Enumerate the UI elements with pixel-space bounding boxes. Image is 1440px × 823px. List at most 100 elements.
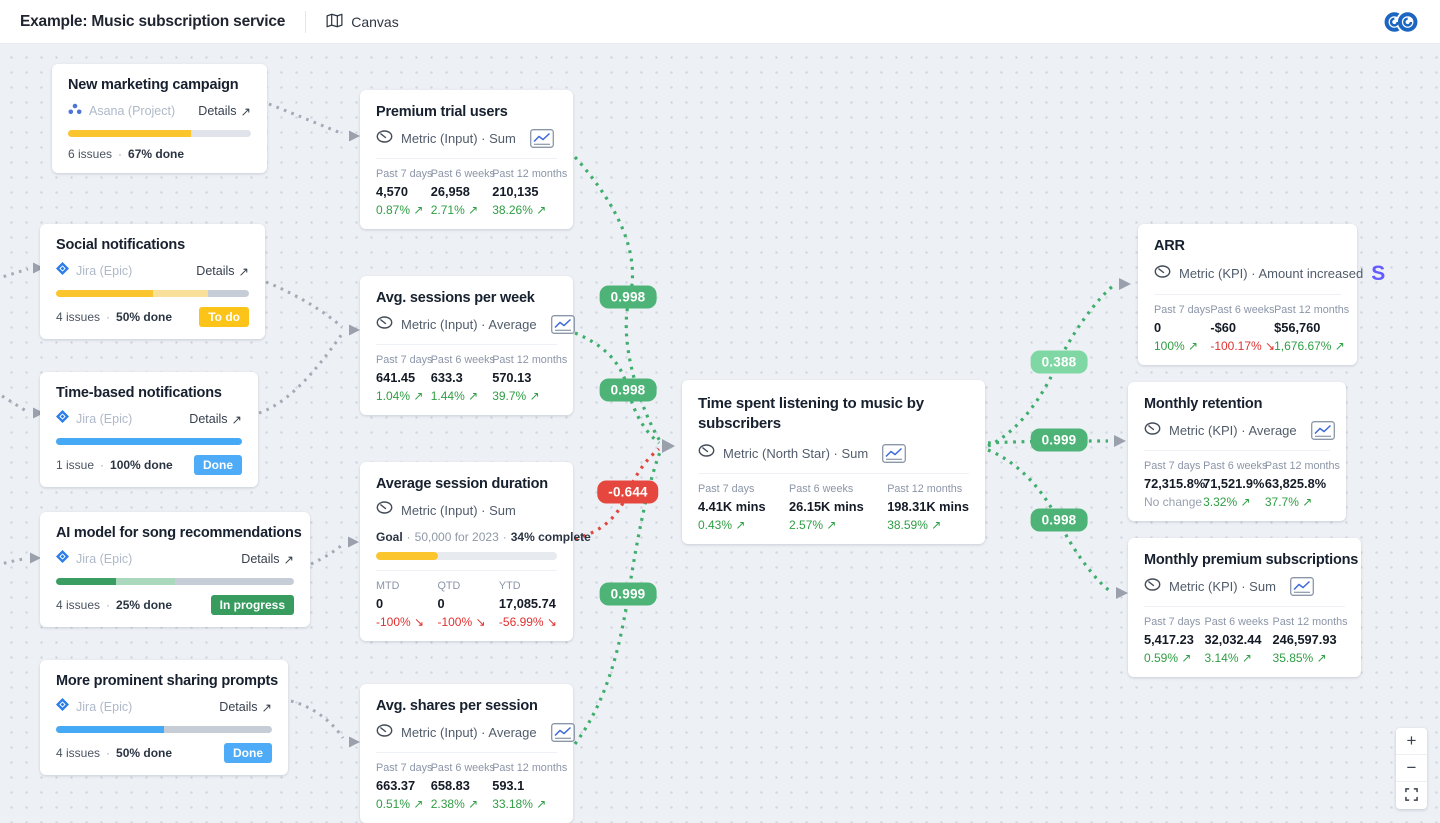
stat-period-label: Past 7 days	[376, 168, 425, 180]
metric-card-premium-trial-users[interactable]: Premium trial users Metric (Input) · Sum…	[360, 90, 573, 229]
progress-segment	[208, 290, 249, 297]
card-title: Premium trial users	[376, 104, 557, 120]
project-card-time-based-notifications[interactable]: Time-based notifications Jira (Epic) Det…	[40, 372, 258, 487]
stat-value: 26,958	[431, 184, 486, 199]
zoom-in-button[interactable]: +	[1396, 728, 1427, 755]
stat-period-label: Past 7 days	[1154, 304, 1204, 316]
metric-card-arr[interactable]: ARR Metric (KPI) · Amount increased S Pa…	[1138, 224, 1357, 365]
project-card-social-notifications[interactable]: Social notifications Jira (Epic) Details…	[40, 224, 265, 339]
stat-period-label: QTD	[437, 580, 485, 592]
stat-delta: 2.71% ↗	[431, 203, 486, 217]
stat-delta: 38.26% ↗	[492, 203, 557, 217]
stat-delta: 35.85% ↗	[1273, 651, 1345, 665]
stat-delta: 39.7% ↗	[492, 389, 557, 403]
gauge-icon	[1154, 265, 1171, 283]
jira-icon	[56, 262, 69, 280]
correlation-badge[interactable]: 0.998	[1031, 509, 1088, 532]
stat-delta: 2.57% ↗	[789, 518, 864, 532]
chart-icon[interactable]	[551, 315, 575, 334]
details-link[interactable]: Details↗	[189, 412, 242, 427]
card-title: Avg. shares per session	[376, 698, 557, 714]
correlation-badge[interactable]: 0.388	[1031, 351, 1088, 374]
stat-column: Past 12 months63,825.8%37.7% ↗	[1265, 460, 1330, 509]
stat-delta: 37.7% ↗	[1265, 495, 1330, 509]
card-title: New marketing campaign	[68, 77, 251, 93]
issue-count: 4 issues	[56, 310, 100, 324]
progress-bar	[56, 290, 249, 297]
stat-value: 4.41K mins	[698, 499, 766, 514]
progress-segment	[175, 578, 294, 585]
source-label: Jira (Epic)	[76, 700, 132, 714]
stat-delta: -56.99% ↘	[499, 615, 557, 629]
doubleloop-logo[interactable]	[1382, 10, 1420, 34]
metric-card-monthly-premium-subscriptions[interactable]: Monthly premium subscriptions Metric (KP…	[1128, 538, 1361, 677]
stat-delta: 100% ↗	[1154, 339, 1204, 353]
chart-icon[interactable]	[1311, 421, 1335, 440]
stat-period-label: Past 6 weeks	[1203, 460, 1259, 472]
zoom-controls: + −	[1396, 728, 1427, 809]
progress-segment	[56, 290, 153, 297]
project-card-ai-model[interactable]: AI model for song recommendations Jira (…	[40, 512, 310, 627]
external-link-icon: ↗	[239, 264, 249, 279]
issue-count: 1 issue	[56, 458, 94, 472]
goal-complete: 34% complete	[511, 530, 591, 544]
external-link-icon: ↗	[262, 700, 272, 715]
correlation-badge[interactable]: -0.644	[597, 481, 658, 504]
source-label: Jira (Epic)	[76, 412, 132, 426]
stat-column: Past 6 weeks633.31.44% ↗	[431, 354, 486, 403]
stat-column: Past 7 days72,315.8%No change	[1144, 460, 1197, 509]
correlation-badge[interactable]: 0.998	[600, 379, 657, 402]
stat-period-label: Past 7 days	[698, 483, 766, 495]
stat-delta: 2.38% ↗	[431, 797, 486, 811]
chart-icon[interactable]	[530, 129, 554, 148]
tab-canvas-label: Canvas	[351, 14, 398, 30]
stat-column: Past 6 weeks658.832.38% ↗	[431, 762, 486, 811]
details-link[interactable]: Details↗	[219, 700, 272, 715]
stat-value: 63,825.8%	[1265, 476, 1330, 491]
fit-view-button[interactable]	[1396, 782, 1427, 809]
progress-bar	[56, 726, 272, 733]
goal-block: Goal·50,000 for 2023·34% complete	[376, 530, 557, 560]
metric-card-north-star[interactable]: Time spent listening to music by subscri…	[682, 380, 985, 544]
project-card-sharing-prompts[interactable]: More prominent sharing prompts Jira (Epi…	[40, 660, 288, 775]
stripe-icon: S	[1371, 263, 1385, 284]
details-link[interactable]: Details↗	[196, 264, 249, 279]
stat-period-label: Past 7 days	[1144, 616, 1199, 628]
status-badge: Done	[194, 455, 242, 475]
metric-card-avg-shares-per-session[interactable]: Avg. shares per session Metric (Input) ·…	[360, 684, 573, 823]
stat-column: MTD0-100% ↘	[376, 580, 424, 629]
correlation-badge[interactable]: 0.998	[600, 286, 657, 309]
status-badge: To do	[199, 307, 249, 327]
stat-delta: 0.87% ↗	[376, 203, 425, 217]
chart-icon[interactable]	[1290, 577, 1314, 596]
source-label: Jira (Epic)	[76, 552, 132, 566]
metric-card-average-session-duration[interactable]: Average session duration Metric (Input) …	[360, 462, 573, 641]
issue-count: 4 issues	[56, 598, 100, 612]
stat-delta: 3.14% ↗	[1205, 651, 1267, 665]
details-link[interactable]: Details↗	[241, 552, 294, 567]
stat-delta: 0.51% ↗	[376, 797, 425, 811]
correlation-badge[interactable]: 0.999	[1031, 429, 1088, 452]
stat-value: -$60	[1210, 320, 1268, 335]
goal-progress-bar	[376, 552, 557, 560]
zoom-out-button[interactable]: −	[1396, 755, 1427, 782]
stat-delta: 1,676.67% ↗	[1274, 339, 1341, 353]
stat-column: Past 12 months$56,7601,676.67% ↗	[1274, 304, 1341, 353]
metric-card-avg-sessions-per-week[interactable]: Avg. sessions per week Metric (Input) · …	[360, 276, 573, 415]
stat-delta: -100% ↘	[376, 615, 424, 629]
tab-canvas[interactable]: Canvas	[326, 13, 398, 31]
stat-period-label: MTD	[376, 580, 424, 592]
progress-segment	[153, 290, 209, 297]
chart-icon[interactable]	[882, 444, 906, 463]
chart-icon[interactable]	[551, 723, 575, 742]
stat-period-label: Past 6 weeks	[789, 483, 864, 495]
stat-value: 0	[437, 596, 485, 611]
correlation-badge[interactable]: 0.999	[600, 583, 657, 606]
metric-card-monthly-retention[interactable]: Monthly retention Metric (KPI) · Average…	[1128, 382, 1346, 521]
project-card-new-marketing-campaign[interactable]: New marketing campaign Asana (Project) D…	[52, 64, 267, 173]
stat-value: $56,760	[1274, 320, 1341, 335]
external-link-icon: ↗	[232, 412, 242, 427]
details-link[interactable]: Details↗	[198, 104, 251, 119]
metric-type-label: Metric (KPI) · Sum	[1169, 579, 1276, 594]
jira-icon	[56, 410, 69, 428]
